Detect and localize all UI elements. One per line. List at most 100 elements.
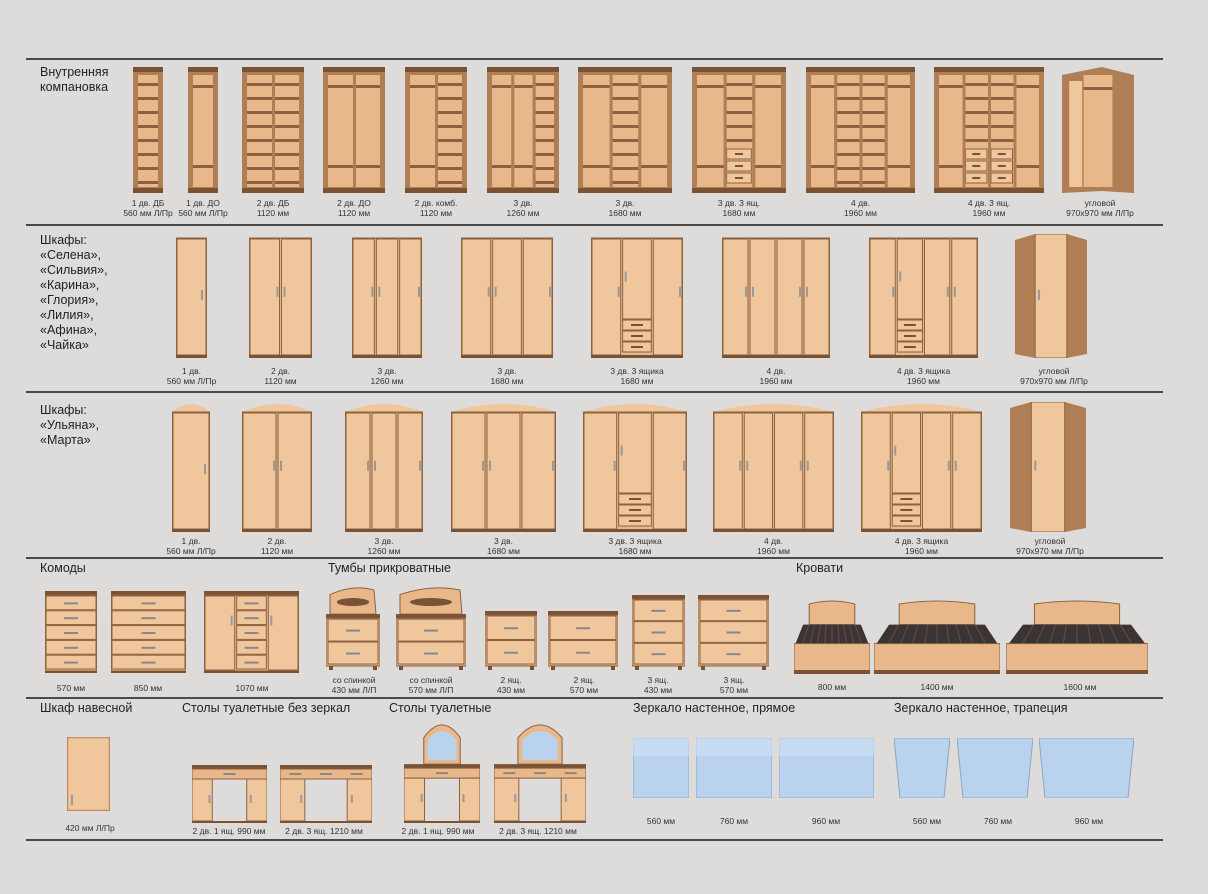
section-title-tables: Столы туалетные xyxy=(389,701,492,715)
wardrobe-caption: 1 дв. 560 мм Л/Пр xyxy=(166,536,216,556)
mirror-caption: 760 мм xyxy=(983,816,1013,826)
bed-caption: 1600 мм xyxy=(1063,682,1097,692)
interior-unit xyxy=(188,67,218,193)
interior-caption: 2 дв. комб. 1120 мм xyxy=(414,198,458,218)
dresser-unit xyxy=(111,591,186,673)
nightstand-unit xyxy=(632,595,685,670)
catalog-page: Внутренняя компановка Шкафы: «Селена», «… xyxy=(0,0,1208,894)
mirror-trap-unit xyxy=(894,738,950,798)
corner-wardrobe-unit xyxy=(1015,234,1087,358)
vanity-table-unit xyxy=(280,765,372,823)
wardrobe-caption: 3 дв. 1680 мм xyxy=(490,366,524,386)
mirror-rect-unit xyxy=(779,738,874,798)
interior-unit xyxy=(934,67,1044,193)
nightstand-caption: 2 ящ. 570 мм xyxy=(569,675,599,695)
nightstand-caption: со спинкой 570 мм Л/П xyxy=(408,675,454,695)
wardrobe-caption: угловой 970х970 мм Л/Пр xyxy=(1020,366,1088,386)
interior-unit xyxy=(806,67,915,193)
wardrobe-unit xyxy=(451,402,556,532)
interior-unit xyxy=(323,67,385,193)
vanity-table-unit xyxy=(494,716,586,823)
mirror-caption: 960 мм xyxy=(811,816,841,826)
interior-caption: 4 дв. 1960 мм xyxy=(844,198,877,218)
nightstand-unit xyxy=(548,611,618,670)
interior-unit xyxy=(133,67,163,193)
section-title-mirror-rect: Зеркало настенное, прямое xyxy=(633,701,796,715)
interior-caption: 3 дв. 3 ящ. 1680 мм xyxy=(717,198,761,218)
section-title-mirror-trap: Зеркало настенное, трапеция xyxy=(894,701,1068,715)
mirror-rect-unit xyxy=(633,738,689,798)
bed-caption: 1400 мм xyxy=(920,682,954,692)
divider-line xyxy=(26,557,1163,559)
vanity-table-caption: 2 дв. 1 ящ. 990 мм xyxy=(401,826,475,836)
dresser-caption: 850 мм xyxy=(133,683,163,693)
wardrobe-unit xyxy=(242,402,312,532)
wardrobe-caption: 4 дв. 3 ящика 1960 мм xyxy=(896,366,951,386)
wardrobe-caption: 3 дв. 3 ящика 1680 мм xyxy=(608,536,662,556)
wardrobe-caption: 3 дв. 3 ящика 1680 мм xyxy=(610,366,664,386)
wardrobe-unit xyxy=(869,236,978,358)
wardrobe-unit xyxy=(713,402,834,532)
nightstand-caption: 3 ящ. 570 мм xyxy=(719,675,749,695)
wardrobe-unit xyxy=(172,402,210,532)
divider-line xyxy=(26,839,1163,841)
section-title-dressers: Комоды xyxy=(40,561,86,575)
nightstand-unit xyxy=(485,611,537,670)
wardrobe-caption: 2 дв. 1120 мм xyxy=(264,366,297,386)
wardrobe-unit xyxy=(591,236,683,358)
bed-caption: 800 мм xyxy=(817,682,847,692)
wardrobe-caption: 4 дв. 3 ящика 1960 мм xyxy=(894,536,949,556)
interior-caption: 4 дв. 3 ящ. 1960 мм xyxy=(967,198,1011,218)
mirror-caption: 760 мм xyxy=(719,816,749,826)
dresser-caption: 570 мм xyxy=(56,683,86,693)
wardrobe-caption: 4 дв. 1960 мм xyxy=(757,536,790,556)
divider-line xyxy=(26,391,1163,393)
interior-caption: 2 дв. ДО 1120 мм xyxy=(337,198,371,218)
divider-line xyxy=(26,224,1163,226)
vanity-table-caption: 2 дв. 3 ящ. 1210 мм xyxy=(499,826,577,836)
wardrobe-unit xyxy=(249,236,312,358)
wardrobe-caption: 3 дв. 1260 мм xyxy=(367,536,401,556)
interior-caption: 3 дв. 1680 мм xyxy=(608,198,642,218)
vanity-table-caption: 2 дв. 3 ящ. 1210 мм xyxy=(285,826,363,836)
section-title-wardrobes-a: Шкафы: «Селена», «Сильвия», «Карина», «Г… xyxy=(40,233,108,352)
wardrobe-unit xyxy=(722,236,830,358)
dresser-caption: 1070 мм xyxy=(235,683,269,693)
wardrobe-caption: 4 дв. 1960 мм xyxy=(759,366,793,386)
wall-cabinet-caption: 420 мм Л/Пр xyxy=(65,823,115,833)
wardrobe-unit xyxy=(583,402,687,532)
interior-caption: 2 дв. ДБ 1120 мм xyxy=(256,198,290,218)
mirror-caption: 560 мм xyxy=(912,816,942,826)
nightstand-caption: со спинкой 430 мм Л/П xyxy=(331,675,377,695)
mirror-trap-unit xyxy=(1039,738,1134,798)
dresser-unit xyxy=(45,591,97,673)
section-title-tables-no-mirror: Столы туалетные без зеркал xyxy=(182,701,351,715)
section-title-wall-cabinet: Шкаф навесной xyxy=(40,701,133,715)
interior-caption: 1 дв. ДО 560 мм Л/Пр xyxy=(178,198,228,218)
nightstand-unit xyxy=(698,595,769,670)
mirror-caption: 960 мм xyxy=(1074,816,1104,826)
mirror-trap-unit xyxy=(957,738,1033,798)
interior-caption: 3 дв. 1260 мм xyxy=(506,198,540,218)
bed-unit xyxy=(1006,598,1148,674)
interior-unit xyxy=(692,67,786,193)
wardrobe-unit xyxy=(461,236,553,358)
wardrobe-unit xyxy=(352,236,422,358)
vanity-table-unit xyxy=(192,765,267,823)
interior-unit xyxy=(487,67,559,193)
wall-cabinet-unit xyxy=(67,737,110,811)
section-title-nightstands: Тумбы прикроватные xyxy=(328,561,451,575)
nightstand-unit xyxy=(326,584,380,670)
section-title-beds: Кровати xyxy=(796,561,844,575)
interior-unit xyxy=(1062,67,1134,193)
nightstand-unit xyxy=(396,584,466,670)
nightstand-caption: 3 ящ. 430 мм xyxy=(643,675,673,695)
wardrobe-caption: 1 дв. 560 мм Л/Пр xyxy=(166,366,217,386)
section-title-interior: Внутренняя компановка xyxy=(40,65,109,94)
wardrobe-caption: 2 дв. 1120 мм xyxy=(260,536,294,556)
section-title-wardrobes-b: Шкафы: «Ульяна», «Марта» xyxy=(40,403,99,447)
divider-line xyxy=(26,697,1163,699)
interior-unit xyxy=(405,67,467,193)
wardrobe-unit xyxy=(861,402,982,532)
wardrobe-unit xyxy=(345,402,423,532)
